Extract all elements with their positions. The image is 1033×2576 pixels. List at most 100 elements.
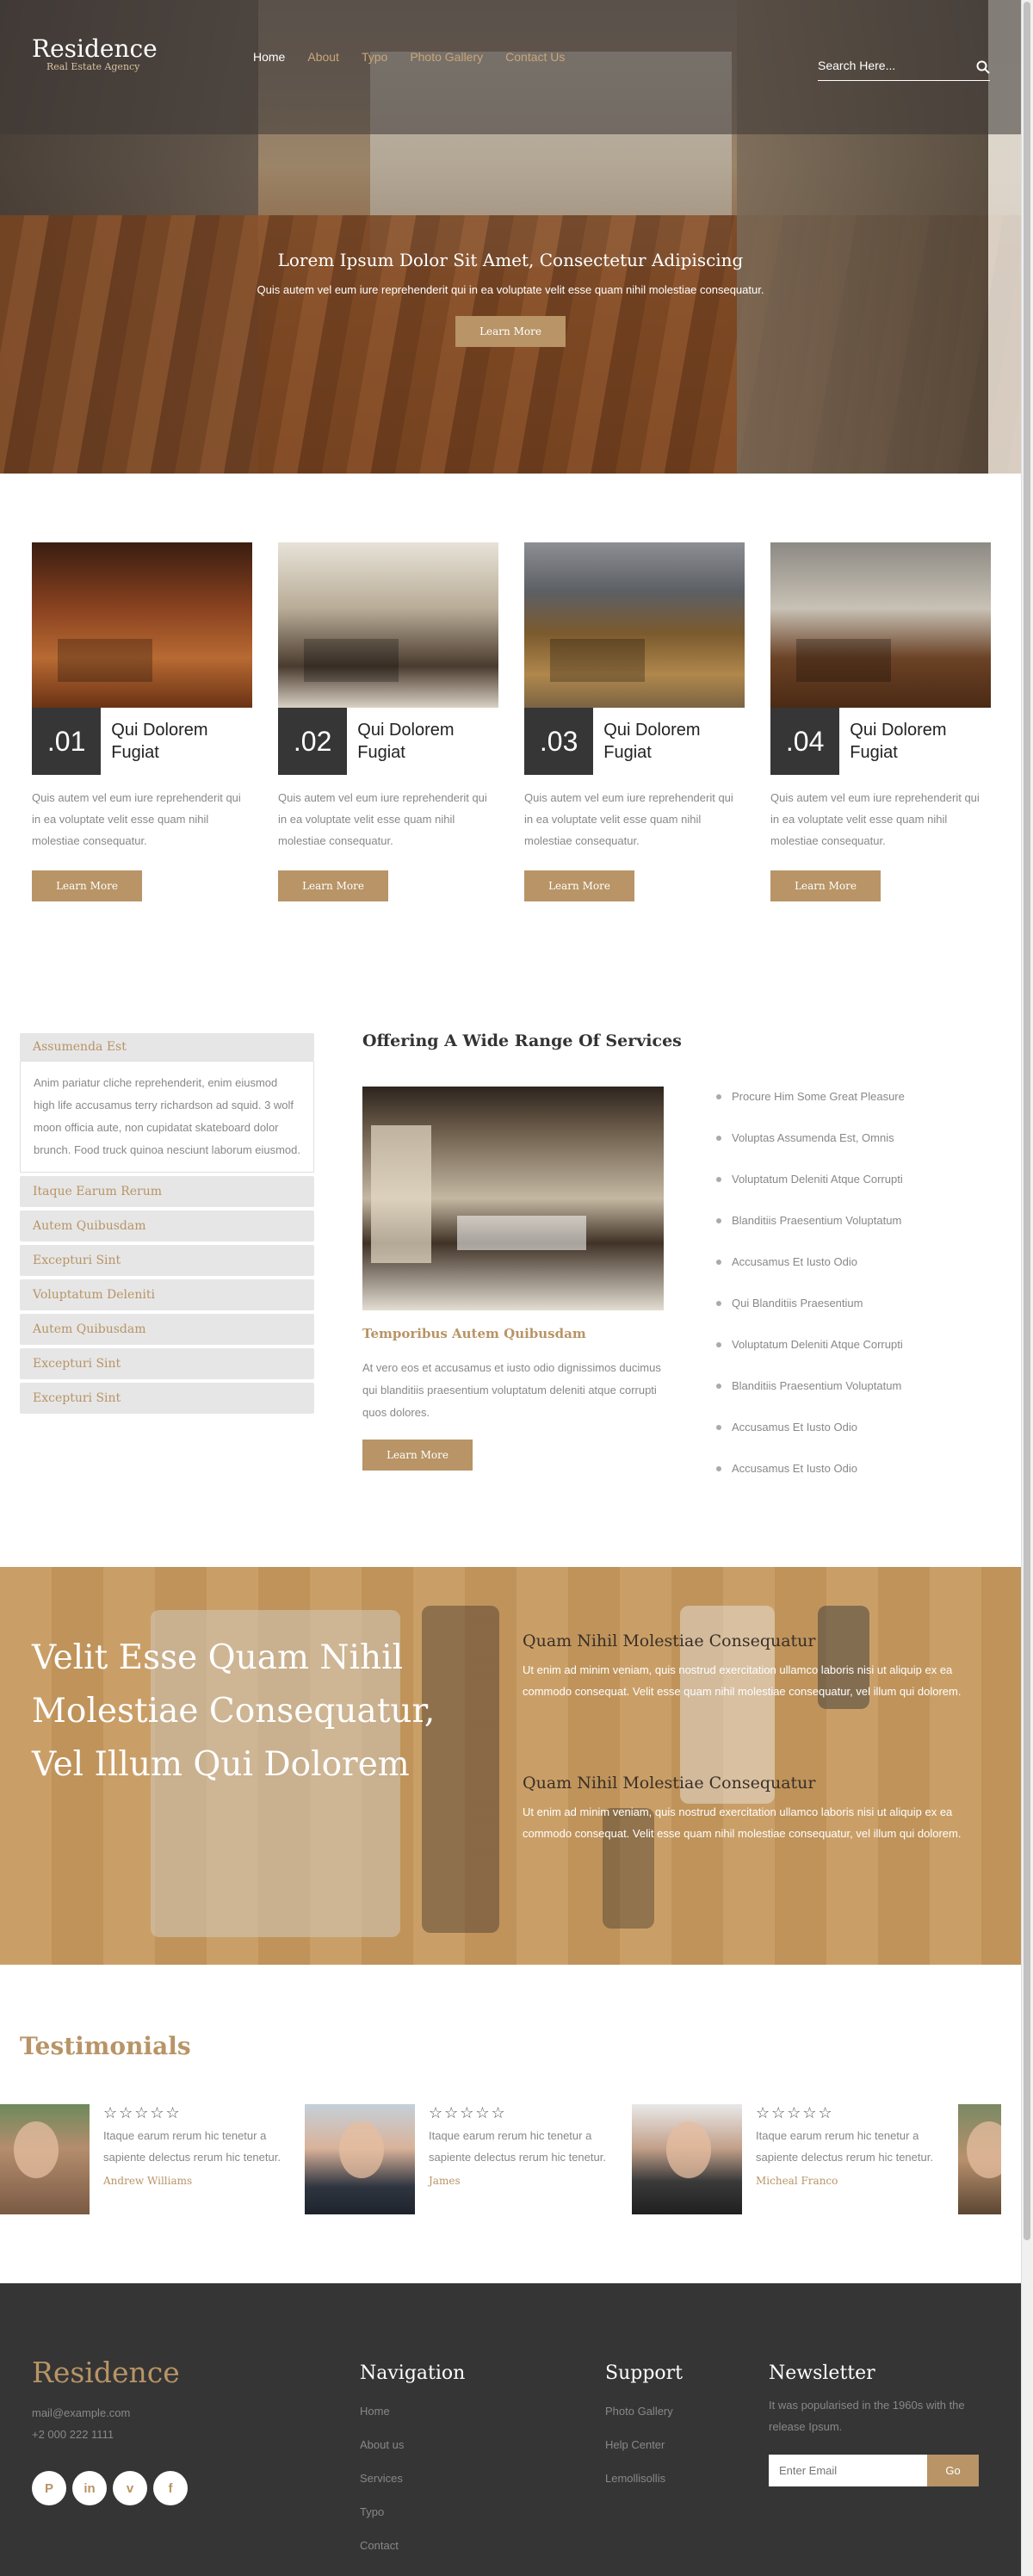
card-description: Quis autem vel eum iure reprehenderit qu… [770, 791, 980, 847]
services-list-item: Blanditiis Praesentium Voluptatum [716, 1211, 905, 1252]
card-title: Qui Dolorem Fugiat [850, 721, 947, 762]
rating-stars-icon: ☆☆☆☆☆ [103, 2104, 182, 2121]
accordion-item[interactable]: Excepturi Sint [20, 1383, 314, 1414]
hero-content: Lorem Ipsum Dolor Sit Amet, Consectetur … [0, 250, 1021, 347]
banner-feature-text: Ut enim ad minim veniam, quis nostrud ex… [523, 1663, 962, 1698]
footer-contact: mail@example.com +2 000 222 1111 [32, 2402, 130, 2445]
card-title: Qui Dolorem Fugiat [357, 721, 455, 762]
footer-phone: +2 000 222 1111 [32, 2428, 114, 2441]
search-icon[interactable] [976, 60, 990, 78]
card-number: .04 [770, 708, 840, 775]
footer-newsletter-text: It was popularised in the 1960s with the… [769, 2399, 965, 2433]
services-list-item: Procure Him Some Great Pleasure [716, 1087, 905, 1128]
card-image[interactable] [278, 542, 498, 708]
footer-link-help-center[interactable]: Help Center [605, 2428, 683, 2461]
banner-feature: Quam Nihil Molestiae Consequatur Ut enim… [523, 1774, 987, 1844]
newsletter-email-input[interactable] [769, 2455, 927, 2486]
services-list-item: Accusamus Et Iusto Odio [716, 1458, 905, 1500]
linkedin-icon[interactable]: in [72, 2471, 107, 2505]
services-list-item: Accusamus Et Iusto Odio [716, 1417, 905, 1458]
testimonial-card: ☆☆☆☆☆ Itaque earum rerum hic tenetur a s… [0, 2104, 301, 2214]
newsletter-go-button[interactable]: Go [927, 2455, 979, 2486]
services-title: Offering A Wide Range Of Services [362, 1031, 682, 1050]
nav-home[interactable]: Home [253, 50, 285, 64]
card-number: .03 [524, 708, 594, 775]
card-learn-more-button[interactable]: Learn More [770, 870, 881, 901]
nav-about[interactable]: About [307, 50, 339, 64]
testimonial-avatar [0, 2104, 90, 2214]
feature-card: .04 Qui Dolorem Fugiat Quis autem vel eu… [770, 542, 991, 901]
accordion-item[interactable]: Autem Quibusdam [20, 1314, 314, 1345]
accordion-item[interactable]: Voluptatum Deleniti [20, 1279, 314, 1310]
facebook-icon[interactable]: f [153, 2471, 188, 2505]
footer-newsletter-title: Newsletter [769, 2362, 875, 2384]
banner-feature: Quam Nihil Molestiae Consequatur Ut enim… [523, 1632, 987, 1702]
footer-link-home[interactable]: Home [360, 2394, 465, 2428]
card-image[interactable] [770, 542, 991, 708]
top-header-bar: Residence Real Estate Agency Home About … [0, 0, 1021, 134]
accordion-item[interactable]: Autem Quibusdam [20, 1211, 314, 1242]
nav-typo[interactable]: Typo [362, 50, 387, 64]
footer-link-contact[interactable]: Contact [360, 2529, 465, 2562]
logo-name: Residence [32, 34, 158, 63]
footer-link-about[interactable]: About us [360, 2428, 465, 2461]
card-number: .02 [278, 708, 348, 775]
services-list-item: Blanditiis Praesentium Voluptatum [716, 1376, 905, 1417]
testimonial-quote: Itaque earum rerum hic tenetur a sapient… [103, 2129, 281, 2164]
testimonial-author: James [429, 2175, 461, 2187]
footer-link-typo[interactable]: Typo [360, 2495, 465, 2529]
feature-card: .01 Qui Dolorem Fugiat Quis autem vel eu… [32, 542, 252, 901]
page-scrollbar[interactable] [1021, 0, 1033, 2576]
testimonial-author: Andrew Williams [103, 2175, 193, 2187]
card-description: Quis autem vel eum iure reprehenderit qu… [278, 791, 487, 847]
services-learn-more-button[interactable]: Learn More [362, 1440, 473, 1471]
accordion-open-header[interactable]: Assumenda Est [20, 1033, 314, 1061]
testimonial-quote: Itaque earum rerum hic tenetur a sapient… [756, 2129, 933, 2164]
testimonial-card-partial [958, 2104, 1001, 2214]
services-description: At vero eos et accusamus et iusto odio d… [362, 1361, 661, 1419]
services-image [362, 1087, 664, 1310]
banner-heading: Velit Esse Quam Nihil Molestiae Consequa… [32, 1638, 436, 1784]
site-logo[interactable]: Residence Real Estate Agency [32, 34, 158, 72]
feature-cards: .01 Qui Dolorem Fugiat Quis autem vel eu… [32, 542, 991, 901]
card-number: .01 [32, 708, 102, 775]
footer-link-services[interactable]: Services [360, 2461, 465, 2495]
nav-contact-us[interactable]: Contact Us [505, 50, 565, 64]
footer-email[interactable]: mail@example.com [32, 2402, 130, 2424]
accordion-open-body: Anim pariatur cliche reprehenderit, enim… [20, 1061, 314, 1173]
accordion-item[interactable]: Itaque Earum Rerum [20, 1176, 314, 1207]
card-learn-more-button[interactable]: Learn More [32, 870, 142, 901]
social-links: P in v f [32, 2471, 188, 2505]
rating-stars-icon: ☆☆☆☆☆ [429, 2104, 507, 2121]
services-list: Procure Him Some Great Pleasure Voluptas… [716, 1087, 905, 1500]
accordion-item[interactable]: Excepturi Sint [20, 1348, 314, 1379]
card-image[interactable] [32, 542, 252, 708]
main-nav: Home About Typo Photo Gallery Contact Us [253, 50, 565, 64]
footer-link-lemollisollis[interactable]: Lemollisollis [605, 2461, 683, 2495]
hero-subtitle: Quis autem vel eum iure reprehenderit qu… [257, 283, 764, 296]
accordion-item[interactable]: Excepturi Sint [20, 1245, 314, 1276]
footer-navigation-title: Navigation [360, 2362, 466, 2384]
feature-card: .03 Qui Dolorem Fugiat Quis autem vel eu… [524, 542, 745, 901]
pinterest-icon[interactable]: P [32, 2471, 66, 2505]
card-learn-more-button[interactable]: Learn More [278, 870, 388, 901]
feature-card: .02 Qui Dolorem Fugiat Quis autem vel eu… [278, 542, 498, 901]
testimonial-quote: Itaque earum rerum hic tenetur a sapient… [429, 2129, 606, 2164]
card-learn-more-button[interactable]: Learn More [524, 870, 634, 901]
hero-learn-more-button[interactable]: Learn More [455, 316, 566, 347]
banner-feature-title: Quam Nihil Molestiae Consequatur [523, 1632, 816, 1650]
card-description: Quis autem vel eum iure reprehenderit qu… [524, 791, 733, 847]
vimeo-icon[interactable]: v [113, 2471, 147, 2505]
nav-photo-gallery[interactable]: Photo Gallery [410, 50, 483, 64]
footer-link-photo-gallery[interactable]: Photo Gallery [605, 2394, 683, 2428]
services-list-item: Voluptatum Deleniti Atque Corrupti [716, 1334, 905, 1376]
hero-title: Lorem Ipsum Dolor Sit Amet, Consectetur … [277, 250, 744, 270]
footer-logo[interactable]: Residence [32, 2356, 180, 2389]
scrollbar-thumb[interactable] [1024, 2, 1030, 2240]
card-image[interactable] [524, 542, 745, 708]
testimonials-title: Testimonials [20, 2032, 191, 2060]
services-list-item: Qui Blanditiis Praesentium [716, 1293, 905, 1334]
services-subtitle: Temporibus Autem Quibusdam [362, 1326, 586, 1341]
footer-navigation: Navigation Home About us Services Typo C… [360, 2362, 465, 2562]
search-input[interactable] [818, 57, 964, 72]
